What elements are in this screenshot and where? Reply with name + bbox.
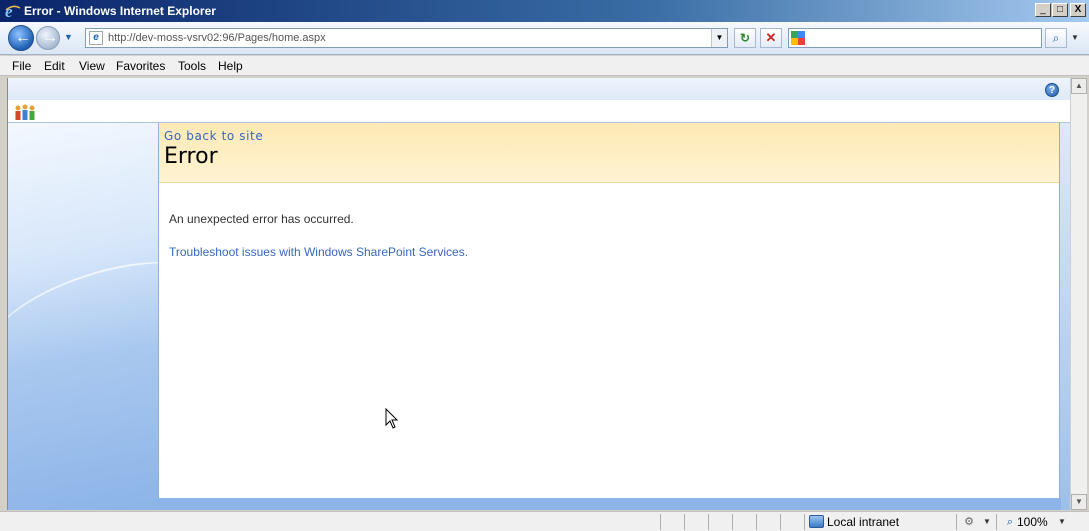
- menu-tools[interactable]: Tools: [178, 59, 206, 73]
- left-navigation-panel: [8, 123, 215, 510]
- status-bar: Local intranet ⚙ ▼ ⌕ 100% ▼: [0, 511, 1089, 531]
- svg-text:e: e: [5, 2, 13, 20]
- security-zone-label: Local intranet: [827, 515, 900, 529]
- protected-mode-icon[interactable]: ⚙: [962, 515, 976, 529]
- forward-button[interactable]: →: [36, 26, 60, 50]
- go-back-link[interactable]: Go back to site: [164, 129, 263, 143]
- browser-window: e Error - Windows Internet Explorer _ □ …: [0, 0, 1089, 531]
- vertical-scrollbar[interactable]: ▲ ▼: [1070, 78, 1087, 510]
- status-divider: [732, 514, 733, 530]
- scroll-down-icon[interactable]: ▼: [1071, 494, 1087, 510]
- page-header: Go back to site Error: [159, 123, 1059, 183]
- page-viewport: ? Go back to site Error An unexpected er…: [7, 78, 1070, 510]
- url-input[interactable]: http://dev-moss-vsrv02:96/Pages/home.asp…: [108, 32, 326, 44]
- zoom-level[interactable]: 100%: [1017, 515, 1048, 529]
- search-box[interactable]: [788, 28, 1042, 48]
- zoom-dropdown-icon[interactable]: ▼: [1058, 515, 1066, 529]
- maximize-button[interactable]: □: [1052, 3, 1068, 17]
- scroll-up-icon[interactable]: ▲: [1071, 78, 1087, 94]
- menu-file[interactable]: File: [12, 59, 31, 73]
- status-divider: [780, 514, 781, 530]
- status-divider: [660, 514, 661, 530]
- status-divider: [996, 514, 997, 530]
- menu-help[interactable]: Help: [218, 59, 243, 73]
- status-divider: [708, 514, 709, 530]
- troubleshoot-link[interactable]: Troubleshoot issues with Windows SharePo…: [169, 245, 468, 259]
- zoom-icon[interactable]: ⌕: [1003, 515, 1017, 529]
- close-button[interactable]: X: [1070, 3, 1086, 17]
- menu-favorites[interactable]: Favorites: [116, 59, 165, 73]
- status-divider: [684, 514, 685, 530]
- status-divider: [756, 514, 757, 530]
- protected-mode-dropdown-icon[interactable]: ▼: [983, 515, 991, 529]
- right-gutter: [1060, 123, 1070, 510]
- status-divider: [804, 514, 805, 530]
- menu-bar: File Edit View Favorites Tools Help: [0, 56, 1089, 76]
- page-icon: e: [89, 31, 103, 45]
- intranet-zone-icon: [809, 515, 824, 528]
- stop-button[interactable]: ✕: [760, 28, 782, 48]
- refresh-button[interactable]: ↻: [734, 28, 756, 48]
- sharepoint-title-bar: [8, 100, 1070, 123]
- address-bar[interactable]: e http://dev-moss-vsrv02:96/Pages/home.a…: [85, 28, 728, 48]
- search-options-dropdown-icon[interactable]: ▼: [1068, 28, 1082, 48]
- status-divider: [956, 514, 957, 530]
- window-title: Error - Windows Internet Explorer: [24, 4, 216, 18]
- mouse-cursor-icon: [385, 408, 399, 429]
- menu-edit[interactable]: Edit: [44, 59, 65, 73]
- google-icon: [791, 31, 805, 45]
- help-icon[interactable]: ?: [1045, 83, 1059, 97]
- navigation-bar: ← → ▼ e http://dev-moss-vsrv02:96/Pages/…: [0, 22, 1089, 55]
- search-go-button[interactable]: ⌕: [1045, 28, 1067, 48]
- forward-arrow-icon: →: [42, 29, 58, 46]
- bottom-gutter: [158, 498, 1061, 510]
- page-title: Error: [164, 144, 218, 169]
- sharepoint-global-bar: ?: [8, 78, 1070, 100]
- recent-pages-dropdown-icon[interactable]: ▼: [64, 32, 73, 42]
- main-content: Go back to site Error An unexpected erro…: [158, 123, 1060, 498]
- site-logo-people-icon: [15, 104, 35, 120]
- back-arrow-icon: ←: [15, 29, 31, 46]
- menu-view[interactable]: View: [79, 59, 105, 73]
- minimize-button[interactable]: _: [1035, 3, 1051, 17]
- back-button[interactable]: ←: [8, 25, 34, 51]
- error-message: An unexpected error has occurred.: [169, 212, 354, 226]
- address-dropdown-icon[interactable]: ▼: [711, 29, 727, 47]
- ie-logo-icon: e: [5, 2, 21, 20]
- title-bar: e Error - Windows Internet Explorer _ □ …: [0, 0, 1089, 22]
